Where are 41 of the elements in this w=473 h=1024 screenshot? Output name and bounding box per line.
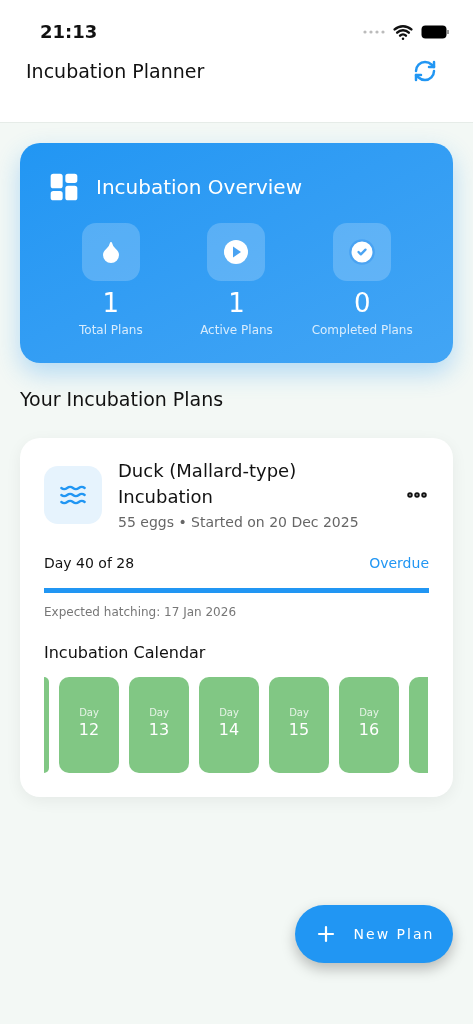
expected-hatching: Expected hatching: 17 Jan 2026 [44,603,238,621]
new-plan-button[interactable]: New Plan [295,905,453,963]
day-label: Day [79,705,99,720]
day-number: 12 [78,719,100,740]
stat-value: 1 [228,287,245,320]
section-title: Your Incubation Plans [20,387,225,412]
stat-value: 0 [353,287,371,320]
day-progress-text: Day 40 of 28 [44,553,135,573]
signal-icon [363,29,385,34]
day-number: 14 [218,719,240,740]
stat-label: Completed Plans [311,322,413,339]
refresh-button[interactable] [413,59,437,84]
status-text: Overdue [369,553,429,573]
day-number: 15 [288,719,310,740]
plan-title: Duck (Mallard-type) Incubation [118,458,298,509]
calendar-day[interactable] [409,676,428,773]
day-label: Day [359,705,379,720]
stat-label: Active Plans [200,322,273,339]
calendar-day[interactable]: Day 12 [59,676,119,773]
calendar-day[interactable]: Day 15 [269,676,329,773]
calendar-day[interactable]: Day 16 [339,676,399,773]
day-number: 16 [358,719,380,740]
calendar-day[interactable]: Day 13 [129,676,189,773]
dashboard-icon [48,171,80,203]
calendar-day[interactable] [44,676,49,773]
day-label: Day [219,705,239,720]
calendar-day[interactable]: Day 14 [199,676,259,773]
day-label: Day [289,705,309,720]
day-label: Day [149,705,169,720]
overview-title: Incubation Overview [96,174,303,201]
calendar-title: Incubation Calendar [44,641,207,664]
stat-label: Total Plans [79,322,143,339]
play-icon [223,239,250,265]
battery-icon [421,24,449,39]
stat-value: 1 [102,287,120,320]
check-circle-icon [348,238,377,266]
plan-card[interactable]: Duck (Mallard-type) Incubation 55 eggs • Started on 20 Dec 2025 Day 40 of 28 Overdue Expected hatching: 17 Jan 2026 Incubation Calendar Day 12 Day 13 Day 14 Day 15 Day 16 [20,437,453,797]
day-number: 13 [148,719,170,740]
app-title: Incubation Planner [26,59,205,84]
status-time: 21:13 [40,20,98,44]
plan-subtitle: 55 eggs • Started on 20 Dec 2025 [118,512,360,532]
